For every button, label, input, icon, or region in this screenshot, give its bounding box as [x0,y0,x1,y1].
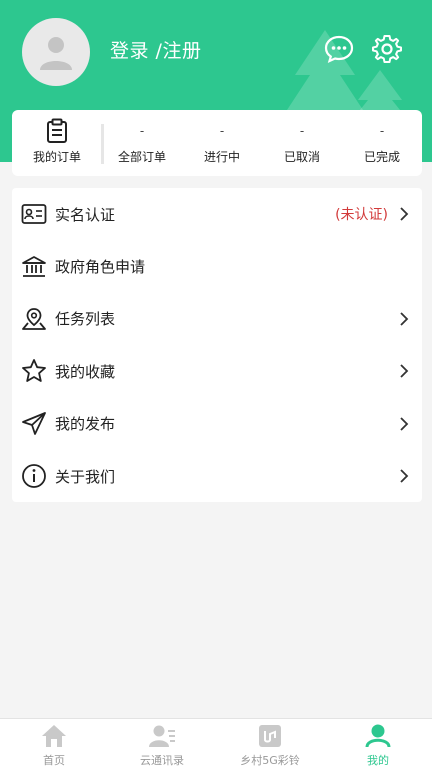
order-count: - [299,124,305,138]
menu-item-label: 政府角色申请 [55,258,146,277]
menu-item-label: 关于我们 [55,467,116,486]
menu-item-real-name-verification[interactable]: 实名认证 (未认证) [12,188,422,240]
order-count: - [219,124,225,138]
menu-item-label: 我的发布 [55,415,116,434]
tab-label: 首页 [43,754,65,767]
location-pin-icon [20,305,48,333]
menu-item-government-role[interactable]: 政府角色申请 [12,240,422,292]
my-orders-button[interactable]: 我的订单 [12,110,104,176]
government-building-icon [20,253,48,281]
order-stat-label: 进行中 [203,150,240,164]
chevron-right-icon [400,417,409,431]
orders-card: 我的订单 - 全部订单 - 进行中 - 已取消 - 已完成 [12,110,422,176]
contacts-icon [149,725,175,747]
avatar[interactable] [22,18,90,86]
order-stat-label: 已取消 [283,150,320,164]
tab-contacts[interactable]: 云通讯录 [108,719,216,769]
ringtone-icon [259,725,281,747]
tab-label: 我的 [367,754,389,767]
order-stat-all[interactable]: - 全部订单 [102,110,182,176]
login-register-link[interactable]: 登录 /注册 [110,36,201,63]
paper-plane-icon [20,410,48,438]
profile-icon [365,724,391,748]
verification-status: (未认证) [335,207,388,224]
menu-item-about-us[interactable]: 关于我们 [12,450,422,502]
id-card-icon [20,200,48,228]
tab-mine[interactable]: 我的 [324,719,432,769]
tab-label: 云通讯录 [140,754,184,767]
info-icon [20,462,48,490]
tab-label: 乡村5G彩铃 [240,754,300,767]
menu-item-favorites[interactable]: 我的收藏 [12,345,422,397]
user-avatar-icon [40,37,72,70]
menu-item-label: 实名认证 [55,205,116,224]
chevron-right-icon [400,312,409,326]
order-count: - [379,124,385,138]
star-icon [20,357,48,385]
bottom-tab-bar: 首页 云通讯录 乡村5G彩铃 我的 [0,718,432,769]
my-orders-label: 我的订单 [32,150,81,164]
order-stat-label: 全部订单 [117,150,166,164]
order-stat-in-progress[interactable]: - 进行中 [182,110,262,176]
chevron-right-icon [400,469,409,483]
order-count: - [139,124,145,138]
order-stats: - 全部订单 - 进行中 - 已取消 - 已完成 [102,110,422,176]
message-icon[interactable] [324,34,354,64]
order-stat-label: 已完成 [363,150,400,164]
menu-list: 实名认证 (未认证) 政府角色申请 任务列表 我的收藏 我的发布 关于我们 [12,188,422,503]
gear-icon[interactable] [372,34,402,64]
menu-item-task-list[interactable]: 任务列表 [12,293,422,345]
order-stat-completed[interactable]: - 已完成 [342,110,422,176]
menu-item-label: 我的收藏 [55,362,116,381]
menu-item-label: 任务列表 [55,310,116,329]
menu-item-my-posts[interactable]: 我的发布 [12,398,422,450]
tab-ringtone[interactable]: 乡村5G彩铃 [216,719,324,769]
chevron-right-icon [400,364,409,378]
tab-home[interactable]: 首页 [0,719,108,769]
home-icon [42,725,66,747]
order-stat-cancelled[interactable]: - 已取消 [262,110,342,176]
chevron-right-icon [400,207,409,221]
clipboard-icon [47,118,67,143]
